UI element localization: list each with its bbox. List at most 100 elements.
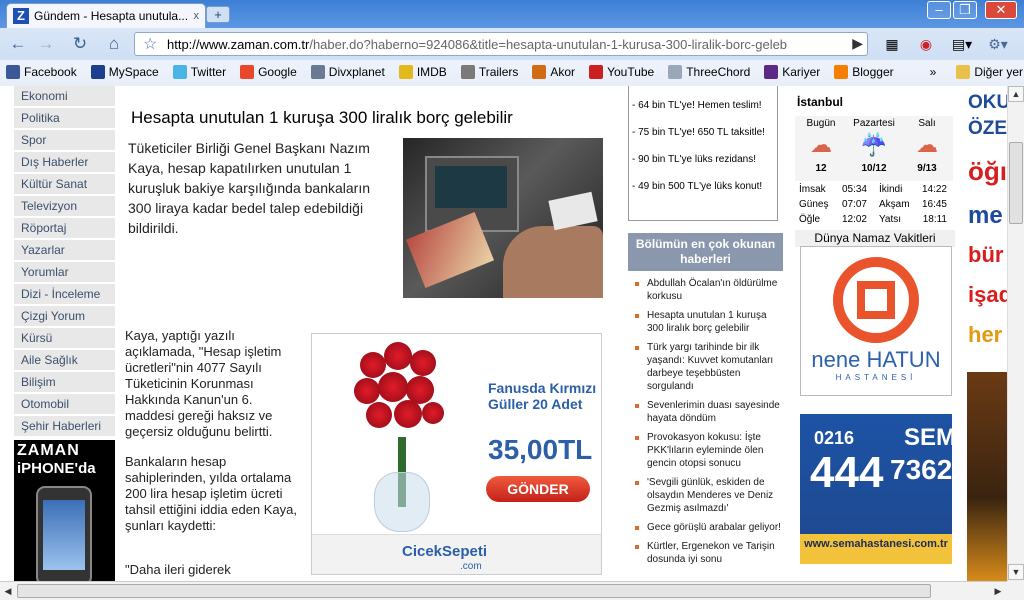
world-prayer-times-link[interactable]: Dünya Namaz Vakitleri: [795, 230, 955, 247]
address-bar[interactable]: ☆ http://www.zaman.com.tr/haber.do?haber…: [134, 32, 868, 56]
youtube-icon: [589, 65, 604, 79]
right-banner-ad[interactable]: [967, 372, 1007, 581]
zaman-iphone-ad[interactable]: ZAMAN iPHONE'da: [14, 440, 115, 581]
forecast-temp: 9/13: [917, 163, 937, 174]
prayer-row: Akşam 16:45: [875, 199, 953, 213]
horizontal-scroll-thumb[interactable]: [17, 584, 931, 598]
sema-prefix: 0216: [814, 428, 855, 448]
other-bookmarks-folder[interactable]: Diğer yer imleri: [956, 65, 1024, 79]
sema-hospital-ad[interactable]: 0216 444 SEMA 7362 www.semahastanesi.com…: [800, 414, 973, 564]
article-paragraph-1: Kaya, yaptığı yazılı açıklamada, "Hesap …: [125, 328, 282, 439]
scroll-down-arrow-icon[interactable]: ▼: [1008, 564, 1024, 580]
scroll-right-arrow-icon[interactable]: ▶: [990, 583, 1006, 599]
section-nav: Ekonomi Politika Spor Dış Haberler Kültür Sa…: [14, 86, 115, 438]
bookmark-trailers[interactable]: Trailers: [460, 65, 518, 79]
popular-news-item[interactable]: Abdullah Öcalan'ın öldürülme korkusu: [628, 277, 783, 303]
page-menu-icon[interactable]: ▤▾: [950, 32, 974, 56]
popular-news-item[interactable]: Sevenlerimin duası sayesinde hayata dönd…: [628, 399, 783, 425]
scroll-up-arrow-icon[interactable]: ▲: [1008, 86, 1024, 102]
go-arrow-icon[interactable]: ▶: [852, 35, 863, 52]
nav-item[interactable]: Bilişim: [14, 372, 115, 394]
nav-item[interactable]: Çizgi Yorum: [14, 306, 115, 328]
bookmark-divxplanet[interactable]: Divxplanet: [310, 65, 385, 79]
popular-news-item[interactable]: 'Sevgili günlük, eskiden de olsaydın Men…: [628, 476, 783, 515]
bookmark-label: Blogger: [852, 65, 894, 79]
nav-item[interactable]: Röportaj: [14, 218, 115, 240]
nene-hatun-ad[interactable]: nene HATUN HASTANESİ: [800, 239, 952, 396]
horizontal-scrollbar[interactable]: ◀ ▶: [0, 581, 1007, 600]
promo-link[interactable]: - 90 bin TL'ye lüks rezidans!: [632, 154, 756, 165]
nav-item[interactable]: Kültür Sanat: [14, 174, 115, 196]
extension-adblock-icon[interactable]: ◉: [914, 32, 938, 56]
right-ad-text: her: [968, 322, 1003, 347]
nav-item[interactable]: Dizi - İnceleme: [14, 284, 115, 306]
popular-news-item[interactable]: Provokasyon kokusu: İşte PKK'lıların eyl…: [628, 431, 783, 470]
prayer-name: İmsak: [799, 184, 826, 195]
forward-arrow-icon[interactable]: →: [34, 32, 58, 56]
tab-active[interactable]: Z Gündem - Hesapta unutula... x: [6, 3, 206, 28]
bookmark-youtube[interactable]: YouTube: [589, 65, 654, 79]
scroll-left-arrow-icon[interactable]: ◀: [0, 583, 16, 599]
popular-news-item[interactable]: Hesapta unutulan 1 kuruşa 300 liralık bo…: [628, 309, 783, 335]
popular-news-item[interactable]: Gece görüşlü arabalar geliyor!: [628, 521, 783, 534]
reload-icon[interactable]: ↻: [68, 32, 92, 56]
ciceksepeti-logo-suffix: .com: [460, 561, 482, 572]
popular-news-item[interactable]: Kürtler, Ergenekon ve Tarişin dosunda iy…: [628, 540, 783, 566]
nav-item[interactable]: Şehir Haberleri: [14, 416, 115, 438]
nene-hatun-sub: HASTANESİ: [835, 373, 917, 382]
right-ad-text: bür: [968, 242, 1004, 267]
nav-item[interactable]: Yorumlar: [14, 262, 115, 284]
minimize-button[interactable]: –: [927, 1, 951, 19]
bookmark-imdb[interactable]: IMDB: [398, 65, 447, 79]
bookmark-kariyer[interactable]: Kariyer: [764, 65, 820, 79]
popular-news: Bölümün en çok okunan haberleri Abdullah…: [628, 233, 783, 572]
prayer-time: 18:11: [922, 214, 947, 225]
maximize-button[interactable]: ❐: [953, 1, 977, 19]
ad-price: 35,00TL: [488, 434, 593, 465]
bookmark-myspace[interactable]: MySpace: [90, 65, 159, 79]
bookmark-akor[interactable]: Akor: [532, 65, 575, 79]
blogger-icon: [834, 65, 849, 79]
ad-send-button[interactable]: GÖNDER: [486, 476, 590, 502]
bookmark-blogger[interactable]: Blogger: [834, 65, 894, 79]
bookmark-threechord[interactable]: ThreeChord: [668, 65, 750, 79]
back-arrow-icon[interactable]: ←: [6, 32, 30, 56]
prayer-time: 07:07: [841, 199, 867, 210]
promo-link[interactable]: - 75 bin TL'ye! 650 TL taksitle!: [632, 127, 765, 138]
new-tab-button[interactable]: +: [206, 6, 230, 23]
bookmark-twitter[interactable]: Twitter: [172, 65, 226, 79]
ciceksepeti-ad[interactable]: Fanusda Kırmızı Güller 20 Adet 35,00TL G…: [311, 333, 602, 575]
scrollbar-corner: [1007, 581, 1024, 600]
bookmark-label: Facebook: [24, 65, 77, 79]
nav-item[interactable]: Politika: [14, 108, 115, 130]
nav-item[interactable]: Kürsü: [14, 328, 115, 350]
tab-close-icon[interactable]: x: [194, 10, 200, 22]
bookmark-facebook[interactable]: Facebook: [6, 65, 77, 79]
popular-news-item[interactable]: Türk yargı tarihinde bir ilk yaşandı: Ku…: [628, 341, 783, 393]
article-title: Hesapta unutulan 1 kuruşa 300 liralık bo…: [131, 108, 513, 127]
prayer-row: İkindi 14:22: [875, 184, 953, 198]
nav-item[interactable]: Televizyon: [14, 196, 115, 218]
prayer-row: Öğle 12:02: [795, 214, 873, 228]
promo-link[interactable]: - 49 bin 500 TL'ye lüks konut!: [632, 181, 762, 192]
sema-number: 7362: [890, 454, 953, 485]
nav-item[interactable]: Dış Haberler: [14, 152, 115, 174]
nav-item[interactable]: Ekonomi: [14, 86, 115, 108]
bookmarks-overflow-icon[interactable]: »: [930, 65, 937, 79]
nav-item[interactable]: Spor: [14, 130, 115, 152]
promo-link[interactable]: - 64 bin TL'ye! Hemen teslim!: [632, 100, 762, 111]
forecast-day-name: Salı: [918, 118, 936, 129]
close-window-button[interactable]: ✕: [985, 1, 1017, 19]
bookmark-star-icon[interactable]: ☆: [143, 34, 157, 54]
vertical-scroll-thumb[interactable]: [1009, 142, 1023, 224]
prayer-time: 14:22: [921, 184, 947, 195]
nav-item[interactable]: Yazarlar: [14, 240, 115, 262]
nav-item[interactable]: Aile Sağlık: [14, 350, 115, 372]
vertical-scrollbar[interactable]: ▲ ▼: [1007, 86, 1024, 581]
extension-translate-icon[interactable]: ▦: [880, 32, 904, 56]
home-icon[interactable]: ⌂: [102, 32, 126, 56]
wrench-menu-icon[interactable]: ⚙▾: [986, 32, 1010, 56]
myspace-icon: [90, 65, 105, 79]
bookmark-google[interactable]: Google: [240, 65, 297, 79]
nav-item[interactable]: Otomobil: [14, 394, 115, 416]
